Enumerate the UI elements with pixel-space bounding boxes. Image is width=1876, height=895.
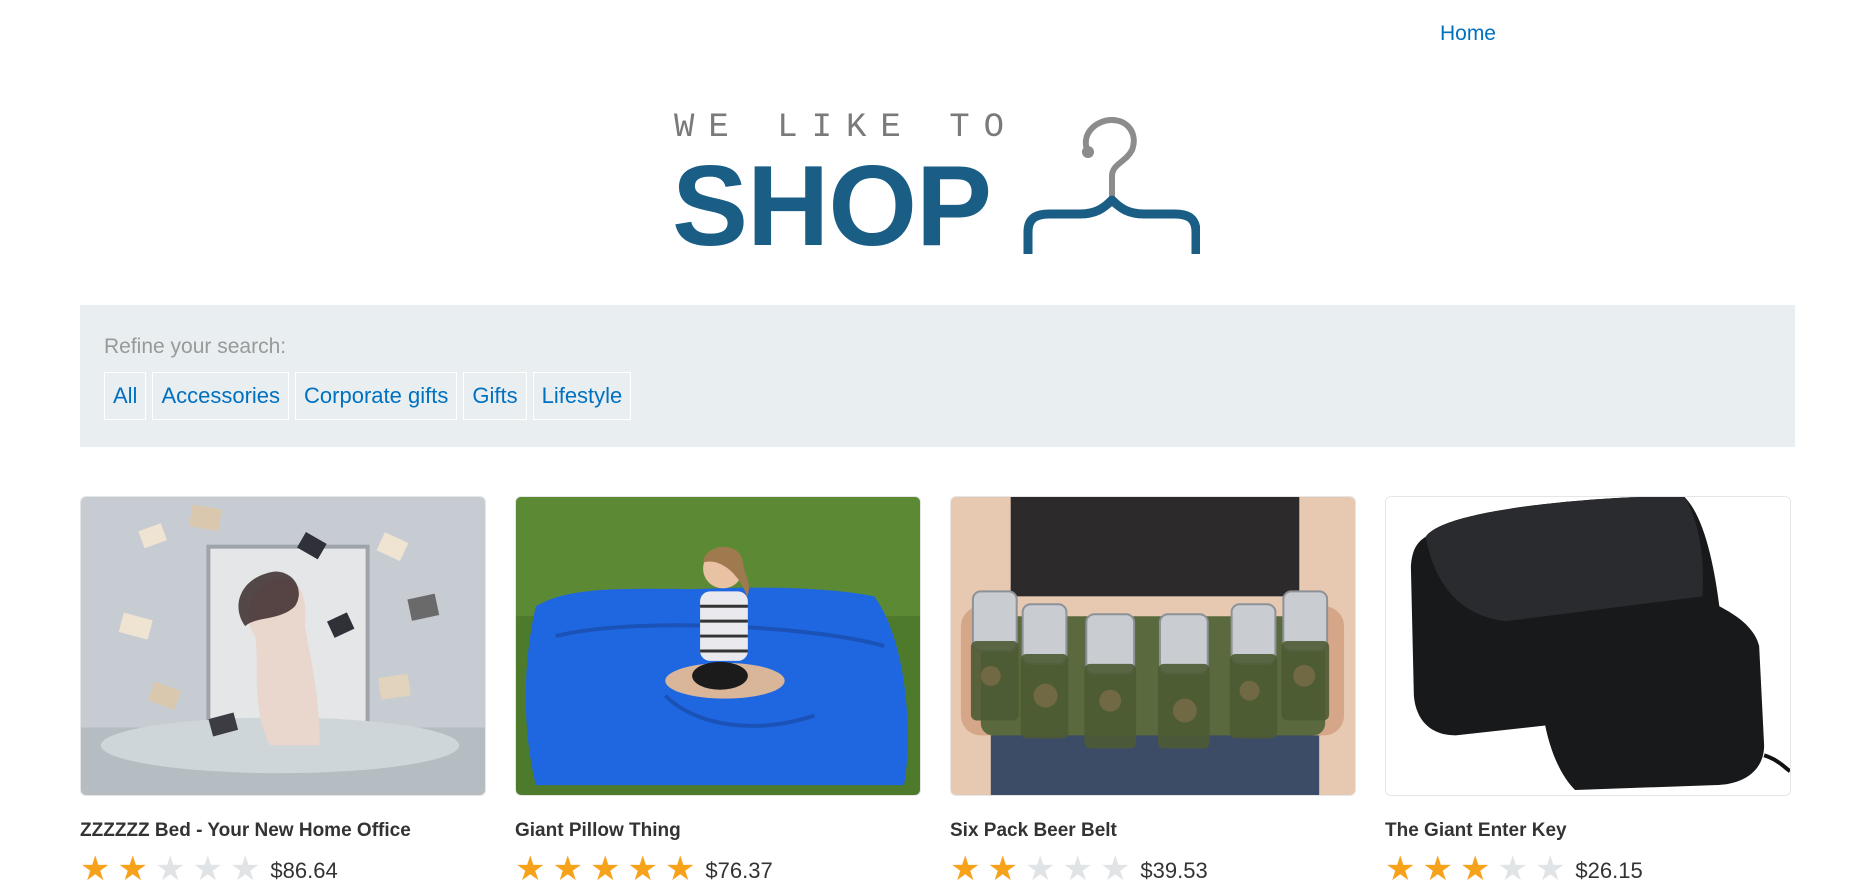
product-meta: ★ ★ ★ ★ ★ $76.37 (515, 852, 921, 886)
star-icon: ★ (1422, 850, 1453, 888)
product-image-enter-key[interactable] (1385, 496, 1791, 796)
product-meta: ★ ★ ★ ★ ★ $86.64 (80, 852, 486, 886)
product-title[interactable]: ZZZZZZ Bed - Your New Home Office (80, 819, 486, 843)
rating-stars: ★ ★ ★ ★ ★ (950, 852, 1130, 886)
filter-panel: Refine your search: All Accessories Corp… (80, 305, 1795, 447)
enter-key-photo (1386, 497, 1790, 795)
product-card[interactable]: Six Pack Beer Belt ★ ★ ★ ★ ★ $39.53 (950, 496, 1356, 886)
star-icon: ★ (117, 850, 148, 888)
bed-photo (81, 497, 485, 795)
filter-lifestyle[interactable]: Lifestyle (532, 372, 632, 420)
category-filters: All Accessories Corporate gifts Gifts Li… (104, 372, 632, 420)
product-title[interactable]: The Giant Enter Key (1385, 819, 1791, 843)
rating-stars: ★ ★ ★ ★ ★ (80, 852, 260, 886)
product-image-bed[interactable] (80, 496, 486, 796)
star-icon: ★ (1534, 850, 1566, 888)
product-card[interactable]: Giant Pillow Thing ★ ★ ★ ★ ★ $76.37 (515, 496, 921, 886)
filter-label: Refine your search: (104, 335, 287, 358)
logo-tagline: WE LIKE TO (674, 109, 1019, 147)
star-icon: ★ (589, 850, 621, 888)
beer-belt-photo (951, 497, 1355, 795)
product-image-beer-belt[interactable] (950, 496, 1356, 796)
star-icon: ★ (627, 850, 658, 888)
product-price: $39.53 (1140, 858, 1208, 883)
product-meta: ★ ★ ★ ★ ★ $26.15 (1385, 852, 1791, 886)
product-meta: ★ ★ ★ ★ ★ $39.53 (950, 852, 1356, 886)
product-image-pillow[interactable] (515, 496, 921, 796)
product-price: $26.15 (1575, 858, 1643, 883)
star-icon: ★ (1385, 850, 1416, 888)
star-icon: ★ (154, 850, 186, 888)
rating-stars: ★ ★ ★ ★ ★ (1385, 852, 1565, 886)
star-icon: ★ (1062, 850, 1093, 888)
shop-logo[interactable]: WE LIKE TO SHOP (672, 108, 1212, 264)
product-grid: ZZZZZZ Bed - Your New Home Office ★ ★ ★ ★ ★ … (80, 496, 1791, 886)
star-icon: ★ (1497, 850, 1528, 888)
product-price: $86.64 (270, 858, 338, 883)
star-icon: ★ (987, 850, 1018, 888)
filter-gifts[interactable]: Gifts (463, 372, 527, 420)
product-price: $76.37 (705, 858, 773, 883)
star-icon: ★ (192, 850, 223, 888)
star-icon: ★ (515, 850, 546, 888)
star-icon: ★ (1099, 850, 1131, 888)
star-icon: ★ (950, 850, 981, 888)
product-card[interactable]: ZZZZZZ Bed - Your New Home Office ★ ★ ★ ★ ★ … (80, 496, 486, 886)
logo-wordmark: SHOP (672, 143, 992, 270)
star-icon: ★ (1024, 850, 1056, 888)
star-icon: ★ (552, 850, 583, 888)
product-title[interactable]: Six Pack Beer Belt (950, 819, 1356, 843)
top-nav: Home (1440, 22, 1496, 46)
home-link[interactable]: Home (1440, 22, 1496, 45)
filter-corporate-gifts[interactable]: Corporate gifts (295, 372, 458, 420)
product-card[interactable]: The Giant Enter Key ★ ★ ★ ★ ★ $26.15 (1385, 496, 1791, 886)
rating-stars: ★ ★ ★ ★ ★ (515, 852, 695, 886)
filter-accessories[interactable]: Accessories (152, 372, 290, 420)
pillow-photo (516, 497, 920, 795)
star-icon: ★ (229, 850, 261, 888)
star-icon: ★ (664, 850, 696, 888)
product-title[interactable]: Giant Pillow Thing (515, 819, 921, 843)
hanger-icon (1023, 116, 1200, 254)
star-icon: ★ (1459, 850, 1491, 888)
star-icon: ★ (80, 850, 111, 888)
filter-all[interactable]: All (104, 372, 147, 420)
